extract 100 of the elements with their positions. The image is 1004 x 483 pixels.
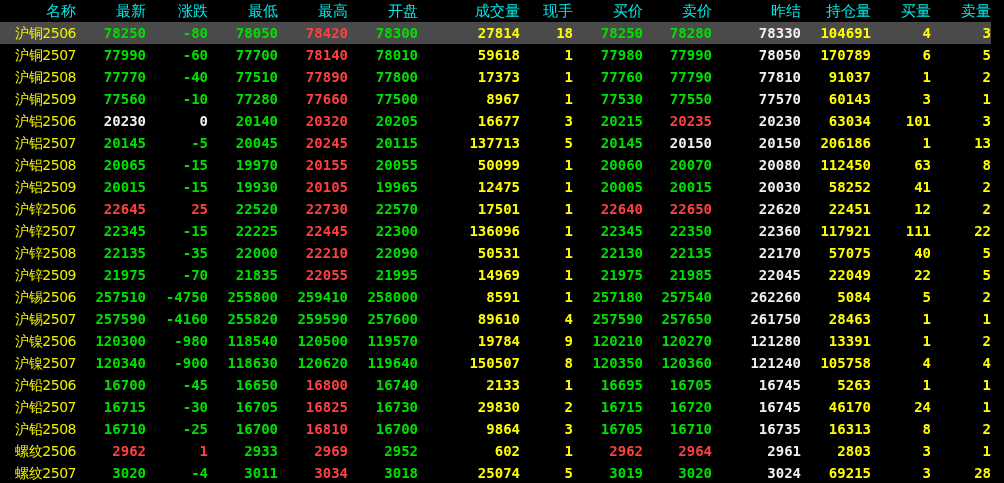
table-row[interactable]: 沪镍2506 120300 -980 118540 120500 119570 19784 9 120210 120270 121280 13391 1 2 bbox=[0, 330, 991, 352]
table-cell-text: 3024 bbox=[766, 464, 801, 483]
table-cell-text: 20230 bbox=[757, 112, 801, 131]
column-header[interactable]: 开盘 bbox=[348, 0, 418, 22]
column-header[interactable]: 买量 bbox=[871, 0, 931, 22]
table-cell-text: 1 bbox=[921, 376, 931, 395]
table-cell-text: 22640 bbox=[599, 200, 643, 219]
table-cell-text: 2 bbox=[563, 398, 573, 417]
table-row[interactable]: 沪锡2506 257510 -4750 255800 259410 258000 8591 1 257180 257540 262260 5084 5 2 bbox=[0, 286, 991, 308]
table-cell-text: 50099 bbox=[476, 156, 520, 175]
table-cell-text: 8 bbox=[563, 354, 573, 373]
table-row[interactable]: 沪铜2507 77990 -60 77700 78140 78010 59618 1 77980 77990 78050 170789 6 5 bbox=[0, 44, 991, 66]
table-cell-text: 22055 bbox=[304, 266, 348, 285]
table-cell-text: 120270 bbox=[660, 332, 712, 351]
table-cell-text: 1 bbox=[921, 68, 931, 87]
table-cell-text: -5 bbox=[190, 134, 208, 153]
table-cell-text: 22451 bbox=[827, 200, 871, 219]
table-cell-text: 77980 bbox=[599, 46, 643, 65]
table-row[interactable]: 沪锡2507 257590 -4160 255820 259590 257600 89610 4 257590 257650 261750 28463 1 1 bbox=[0, 308, 991, 330]
table-row[interactable]: 沪锌2509 21975 -70 21835 22055 21995 14969 1 21975 21985 22045 22049 22 5 bbox=[0, 264, 991, 286]
table-cell-text: 136096 bbox=[468, 222, 520, 241]
table-cell-text: 78140 bbox=[304, 46, 348, 65]
table-cell-text: 120350 bbox=[591, 354, 643, 373]
table-cell-text: 121240 bbox=[749, 354, 801, 373]
table-cell-text: 19965 bbox=[374, 178, 418, 197]
table-cell-text: 20070 bbox=[668, 156, 712, 175]
table-cell-text: 137713 bbox=[468, 134, 520, 153]
table-cell-text: 78250 bbox=[599, 24, 643, 43]
table-cell-text: 63 bbox=[913, 156, 931, 175]
contract-name: 沪锡2506 bbox=[14, 288, 76, 307]
table-cell-text: 111 bbox=[904, 222, 931, 241]
table-row[interactable]: 沪镍2507 120340 -900 118630 120620 119640 150507 8 120350 120360 121240 105758 4 4 bbox=[0, 352, 991, 374]
table-cell-text: 262260 bbox=[749, 288, 801, 307]
column-header[interactable]: 最低 bbox=[208, 0, 278, 22]
table-cell-text: 1 bbox=[563, 156, 573, 175]
column-header[interactable]: 持仓量 bbox=[801, 0, 871, 22]
table-cell-text: 20155 bbox=[304, 156, 348, 175]
table-cell-text: 16745 bbox=[757, 376, 801, 395]
table-cell-text: 257650 bbox=[660, 310, 712, 329]
table-cell-text: 257180 bbox=[591, 288, 643, 307]
table-cell-text: 3 bbox=[921, 464, 931, 483]
table-row[interactable]: 沪铝2506 20230 0 20140 20320 20205 16677 3 20215 20235 20230 63034 101 3 bbox=[0, 110, 991, 132]
table-cell-text: 20060 bbox=[599, 156, 643, 175]
table-row[interactable]: 沪锌2507 22345 -15 22225 22445 22300 136096 1 22345 22350 22360 117921 111 22 bbox=[0, 220, 991, 242]
table-cell-text: 60143 bbox=[827, 90, 871, 109]
table-cell-text: 16710 bbox=[668, 420, 712, 439]
column-header[interactable]: 买价 bbox=[573, 0, 643, 22]
table-row[interactable]: 沪铜2508 77770 -40 77510 77890 77800 17373 1 77760 77790 77810 91037 1 2 bbox=[0, 66, 991, 88]
table-cell-text: 20215 bbox=[599, 112, 643, 131]
table-cell-text: 16825 bbox=[304, 398, 348, 417]
table-cell-text: 2969 bbox=[313, 442, 348, 461]
column-header[interactable]: 卖量 bbox=[931, 0, 991, 22]
table-cell-text: 2133 bbox=[485, 376, 520, 395]
contract-name: 沪镍2506 bbox=[14, 332, 76, 351]
column-header[interactable]: 昨结 bbox=[712, 0, 801, 22]
table-cell-text: -4160 bbox=[164, 310, 208, 329]
table-row[interactable]: 沪铝2507 20145 -5 20045 20245 20115 137713 5 20145 20150 20150 206186 1 13 bbox=[0, 132, 991, 154]
table-row[interactable]: 沪铝2509 20015 -15 19930 20105 19965 12475 1 20005 20015 20030 58252 41 2 bbox=[0, 176, 991, 198]
table-row[interactable]: 沪铜2506 78250 -80 78050 78420 78300 27814 18 78250 78280 78330 104691 4 3 bbox=[0, 22, 991, 44]
table-cell-text: 19970 bbox=[234, 156, 278, 175]
table-cell-text: 13391 bbox=[827, 332, 871, 351]
table-cell-text: 1 bbox=[563, 222, 573, 241]
column-header[interactable]: 卖价 bbox=[643, 0, 712, 22]
table-cell-text: 20015 bbox=[102, 178, 146, 197]
table-cell-text: 78330 bbox=[757, 24, 801, 43]
table-row[interactable]: 沪铝2508 20065 -15 19970 20155 20055 50099 1 20060 20070 20080 112450 63 8 bbox=[0, 154, 991, 176]
table-cell-text: 150507 bbox=[468, 354, 520, 373]
column-header[interactable]: 最高 bbox=[278, 0, 348, 22]
column-header[interactable]: 最新 bbox=[76, 0, 146, 22]
table-cell-text: 19930 bbox=[234, 178, 278, 197]
contract-name: 沪铅2508 bbox=[14, 420, 76, 439]
column-header[interactable]: 名称 bbox=[0, 0, 76, 22]
table-cell-text: 16720 bbox=[668, 398, 712, 417]
table-cell-text: 2961 bbox=[766, 442, 801, 461]
contract-name: 沪铜2508 bbox=[14, 68, 76, 87]
table-cell-text: 16677 bbox=[476, 112, 520, 131]
table-cell-text: 118540 bbox=[226, 332, 278, 351]
table-cell-text: 257600 bbox=[366, 310, 418, 329]
table-cell-text: 20115 bbox=[374, 134, 418, 153]
table-row[interactable]: 沪铅2507 16715 -30 16705 16825 16730 29830 2 16715 16720 16745 46170 24 1 bbox=[0, 396, 991, 418]
table-row[interactable]: 螺纹2507 3020 -4 3011 3034 3018 25074 5 3019 3020 3024 69215 3 28 bbox=[0, 462, 991, 483]
table-row[interactable]: 沪铅2506 16700 -45 16650 16800 16740 2133 1 16695 16705 16745 5263 1 1 bbox=[0, 374, 991, 396]
table-cell-text: 89610 bbox=[476, 310, 520, 329]
table-cell-text: 5 bbox=[563, 134, 573, 153]
column-header[interactable]: 涨跌 bbox=[146, 0, 208, 22]
column-header[interactable]: 现手 bbox=[520, 0, 573, 22]
table-row[interactable]: 沪铜2509 77560 -10 77280 77660 77500 8967 1 77530 77550 77570 60143 3 1 bbox=[0, 88, 991, 110]
table-cell-text: 13 bbox=[973, 134, 991, 153]
table-row[interactable]: 沪铅2508 16710 -25 16700 16810 16700 9864 3 16705 16710 16735 16313 8 2 bbox=[0, 418, 991, 440]
table-row[interactable]: 沪锌2508 22135 -35 22000 22210 22090 50531 1 22130 22135 22170 57075 40 5 bbox=[0, 242, 991, 264]
table-cell-text: 77530 bbox=[599, 90, 643, 109]
table-cell-text: 78050 bbox=[757, 46, 801, 65]
table-cell-text: 18 bbox=[555, 24, 573, 43]
table-cell-text: 3034 bbox=[313, 464, 348, 483]
table-cell-text: -80 bbox=[181, 24, 208, 43]
table-row[interactable]: 沪锌2506 22645 25 22520 22730 22570 17501 1 22640 22650 22620 22451 12 2 bbox=[0, 198, 991, 220]
table-row[interactable]: 螺纹2506 2962 1 2933 2969 2952 602 1 2962 2964 2961 2803 3 1 bbox=[0, 440, 991, 462]
table-cell-text: -30 bbox=[181, 398, 208, 417]
table-cell-text: 41 bbox=[913, 178, 931, 197]
column-header[interactable]: 成交量 bbox=[418, 0, 520, 22]
